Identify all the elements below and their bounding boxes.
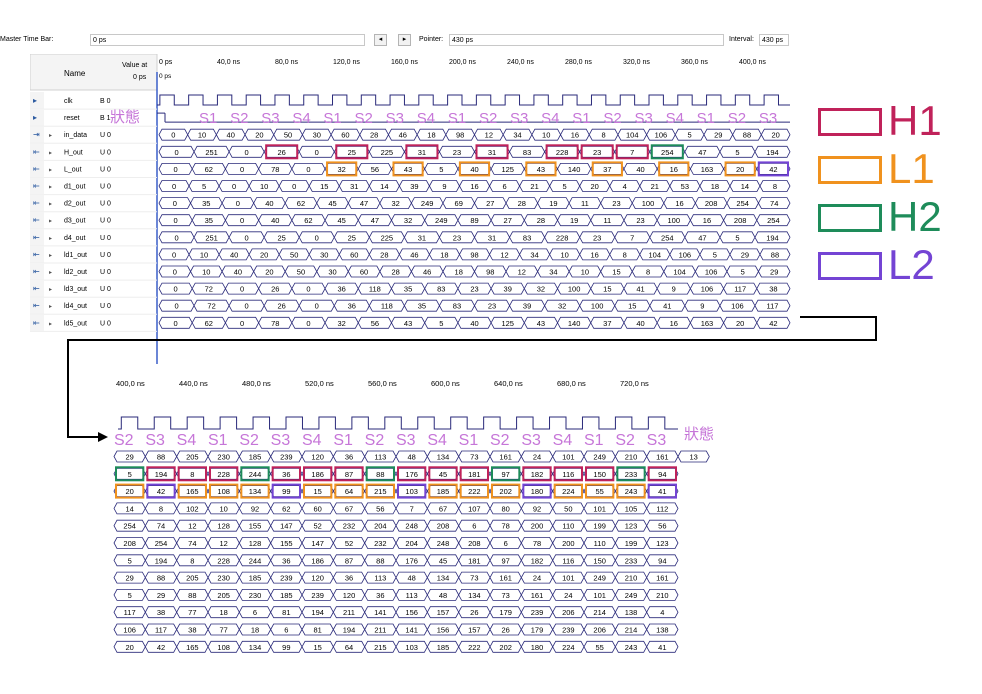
legend-l1-box bbox=[818, 156, 882, 184]
legend-l2-label: L2 bbox=[888, 241, 935, 288]
legend: H1 L1 H2 L2 bbox=[818, 100, 978, 300]
legend-h1-box bbox=[818, 108, 882, 136]
legend-l2-box bbox=[818, 252, 882, 280]
legend-h1-label: H1 bbox=[888, 97, 942, 144]
legend-h2-box bbox=[818, 204, 882, 232]
legend-l1-label: L1 bbox=[888, 145, 935, 192]
legend-h2-label: H2 bbox=[888, 193, 942, 240]
